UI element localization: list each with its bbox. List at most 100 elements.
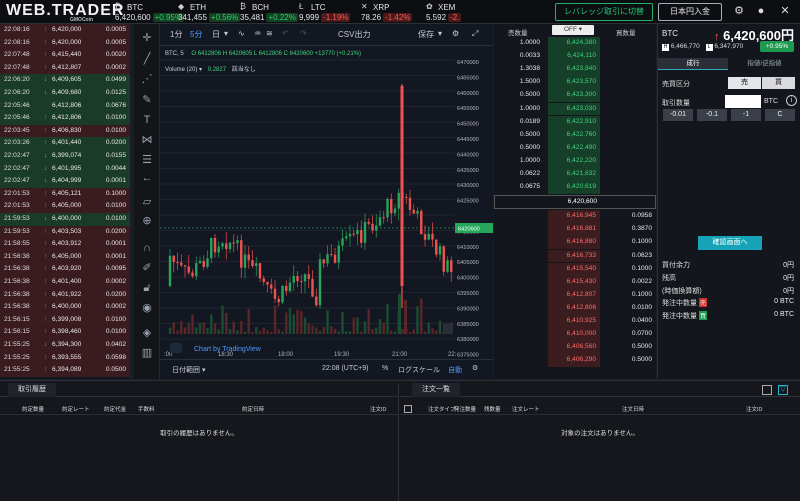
ask-row[interactable]: 1.0000 6,423,030 bbox=[494, 102, 656, 116]
volume-bar bbox=[251, 331, 254, 334]
volume-bar bbox=[180, 321, 183, 334]
timezone-label[interactable]: 22:08 (UTC+9) bbox=[322, 365, 369, 372]
ticker-eth[interactable]: ◆ ETH 341,455 +0.56% bbox=[178, 1, 241, 23]
gear-icon[interactable]: ⚙ bbox=[732, 4, 746, 18]
gear-icon[interactable]: ⚙ bbox=[452, 29, 459, 38]
qty-minus-01-button[interactable]: -0.1 bbox=[697, 109, 727, 121]
price-chart[interactable]: 1分 5分 日 ▾ ∿ ♒ ≋ ↶ ↷ CSV出力 保存 ▾ ⚙ ⤢ BTC, … bbox=[160, 24, 493, 379]
ticker-btc[interactable]: ₿ BTC 6,420,600 +0.95% bbox=[115, 1, 184, 23]
date-range-select[interactable]: 日付範囲 ▾ bbox=[172, 365, 205, 375]
csv-export-button[interactable]: CSV出力 bbox=[338, 29, 370, 40]
bid-row[interactable]: 6,416,733 0.0623 bbox=[494, 249, 656, 263]
bid-row[interactable]: 6,416,945 0.0958 bbox=[494, 210, 656, 224]
gear-icon[interactable]: ⚙ bbox=[472, 364, 478, 372]
ask-row[interactable]: 0.5000 6,422,490 bbox=[494, 141, 656, 155]
confirm-order-button[interactable]: 確認画面へ bbox=[698, 236, 762, 250]
fullscreen-icon[interactable]: ⤢ bbox=[472, 29, 478, 39]
buy-toggle[interactable]: 買 bbox=[762, 77, 795, 89]
layers-icon[interactable]: ◈ bbox=[139, 325, 155, 341]
bid-row[interactable]: 6,410,000 0.0700 bbox=[494, 328, 656, 341]
lock-icon[interactable]: 🔓︎ bbox=[139, 280, 155, 296]
chart-type-icon[interactable]: ♒ bbox=[254, 29, 261, 38]
columns-icon[interactable] bbox=[762, 385, 772, 395]
ask-row[interactable]: 1.0000 6,424,380 bbox=[494, 37, 656, 50]
book-grouping-toggle[interactable]: OFF ▾ bbox=[552, 25, 594, 35]
candlestick-plot[interactable]: 6470000 6465000 6460000 6455000 6450000 64450… bbox=[160, 46, 493, 359]
ask-row[interactable]: 0.5000 6,422,760 bbox=[494, 128, 656, 142]
chevron-down-icon[interactable]: ▾ bbox=[224, 29, 228, 38]
bid-row[interactable]: 6,416,880 0.1000 bbox=[494, 236, 656, 250]
timeframe-1m[interactable]: 1分 bbox=[170, 29, 182, 40]
percent-toggle[interactable]: % bbox=[382, 365, 388, 372]
crosshair-icon[interactable]: ✛ bbox=[139, 30, 155, 46]
bid-row[interactable]: 6,406,560 0.5000 bbox=[494, 341, 656, 355]
ticker-ltc[interactable]: Ł LTC 9,999 -1.19% bbox=[299, 1, 361, 23]
back-arrow-icon[interactable]: ← bbox=[139, 170, 155, 186]
trend-line-icon[interactable]: ╱ bbox=[139, 51, 155, 67]
multi-line-icon[interactable]: ⋰ bbox=[139, 71, 155, 87]
text-icon[interactable]: T bbox=[139, 112, 155, 128]
order-list-tab[interactable]: 注文一覧 bbox=[412, 383, 460, 397]
ask-row[interactable]: 1.3038 6,423,840 bbox=[494, 63, 656, 77]
switch-leverage-button[interactable]: レバレッジ取引に切替 bbox=[555, 3, 653, 21]
arrow-down-icon: ↓ bbox=[44, 164, 48, 172]
bid-row[interactable]: 6,410,925 0.0400 bbox=[494, 315, 656, 328]
fib-icon[interactable]: ☰ bbox=[139, 152, 155, 168]
timeframe-day[interactable]: 日 bbox=[212, 29, 220, 40]
bid-row[interactable]: 6,406,290 0.5000 bbox=[494, 354, 656, 368]
trade-history-tab[interactable]: 取引履歴 bbox=[8, 383, 56, 397]
bid-row[interactable]: 6,412,806 0.0100 bbox=[494, 301, 656, 315]
user-icon[interactable]: ● bbox=[754, 4, 768, 18]
ruler-icon[interactable]: ▱ bbox=[139, 194, 155, 210]
ask-row[interactable]: 0.0675 6,420,619 bbox=[494, 181, 656, 194]
bch-icon: ₿ bbox=[240, 2, 246, 11]
ask-row[interactable]: 0.0189 6,422,910 bbox=[494, 115, 656, 129]
eye-icon[interactable]: ◉ bbox=[139, 300, 155, 316]
select-all-checkbox[interactable] bbox=[404, 405, 412, 413]
brush-icon[interactable]: ✎ bbox=[139, 92, 155, 108]
deposit-jpy-button[interactable]: 日本円入金 bbox=[658, 3, 722, 21]
filter-icon[interactable]: ▽ bbox=[778, 385, 788, 395]
app-logo[interactable]: WEB.TRADER GMOCoin bbox=[6, 2, 123, 23]
qty-clear-button[interactable]: C bbox=[765, 109, 795, 121]
ask-row[interactable]: 0.0622 6,421,632 bbox=[494, 168, 656, 181]
close-icon[interactable]: ✕ bbox=[778, 4, 792, 18]
pencil-lock-icon[interactable]: ✐ bbox=[139, 260, 155, 276]
ticker-xrp[interactable]: ✕ XRP 78.26 -1.42% bbox=[361, 1, 423, 23]
fx-icon[interactable]: ≋ bbox=[266, 29, 273, 38]
save-button[interactable]: 保存 bbox=[418, 29, 434, 40]
tradingview-watermark[interactable]: Chart by TradingView bbox=[194, 346, 262, 353]
qty-minus-1-button[interactable]: -1 bbox=[731, 109, 761, 121]
bid-row[interactable]: 6,412,807 0.1000 bbox=[494, 288, 656, 302]
zoom-icon[interactable]: ⊕ bbox=[139, 213, 155, 229]
qty-minus-001-button[interactable]: -0.01 bbox=[663, 109, 693, 121]
auto-scale-toggle[interactable]: 自動 bbox=[448, 365, 462, 375]
timeframe-5m[interactable]: 5分 bbox=[190, 29, 202, 40]
ask-row[interactable]: 0.5000 6,423,300 bbox=[494, 89, 656, 103]
ticker-bch[interactable]: ₿ BCH 35,481 +0.22% bbox=[240, 1, 302, 23]
chevron-down-icon[interactable]: ▾ bbox=[438, 29, 442, 38]
info-icon[interactable]: i bbox=[786, 95, 797, 106]
magnet-icon[interactable]: ∩ bbox=[139, 240, 155, 256]
undo-icon[interactable]: ↶ bbox=[282, 29, 289, 38]
bid-row[interactable]: 6,416,881 0.3870 bbox=[494, 223, 656, 237]
trade-row: 21:56:38 ↑ 6,403,920 0.0095 bbox=[0, 263, 130, 276]
log-scale-toggle[interactable]: ログスケール bbox=[398, 365, 440, 375]
sell-toggle[interactable]: 売 bbox=[728, 77, 761, 89]
redo-icon[interactable]: ↷ bbox=[300, 29, 307, 38]
bid-row[interactable]: 6,415,540 0.1000 bbox=[494, 262, 656, 276]
candle-body bbox=[416, 210, 419, 214]
indicator-icon[interactable]: ∿ bbox=[238, 29, 245, 38]
quantity-input[interactable] bbox=[725, 95, 761, 108]
bid-row[interactable]: 6,415,430 0.0022 bbox=[494, 275, 656, 289]
pattern-icon[interactable]: ⋈ bbox=[139, 132, 155, 148]
candle-body bbox=[318, 259, 322, 306]
ask-row[interactable]: 1.5000 6,423,570 bbox=[494, 76, 656, 90]
tab-limit[interactable]: 指値/逆指値 bbox=[728, 58, 800, 70]
tab-market[interactable]: 成行 bbox=[658, 58, 728, 70]
ask-row[interactable]: 0.0033 6,424,110 bbox=[494, 50, 656, 63]
ask-row[interactable]: 1.0000 6,422,220 bbox=[494, 154, 656, 168]
scroll-latest-icon[interactable] bbox=[443, 324, 453, 334]
ticker-xem[interactable]: ✿ XEM 5.592 -2. bbox=[426, 1, 488, 23]
trash-icon[interactable]: ▥ bbox=[139, 345, 155, 361]
